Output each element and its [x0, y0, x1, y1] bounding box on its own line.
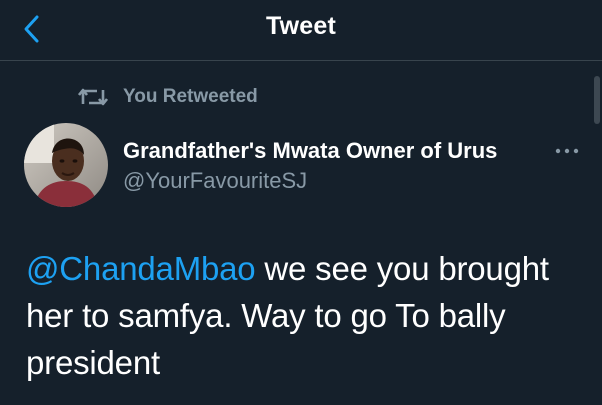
page-title: Tweet	[266, 12, 336, 40]
tweet-text-line1: we see you brought	[255, 250, 549, 287]
retweet-label: You Retweeted	[123, 86, 258, 107]
tweet-body: @ChandaMbao we see you brought her to sa…	[26, 245, 588, 386]
user-avatar-photo	[24, 123, 108, 207]
author-display-name[interactable]: Grandfather's Mwata Owner of Urus	[123, 138, 497, 164]
more-options-button[interactable]	[552, 140, 582, 162]
mention-link[interactable]: @ChandaMbao	[26, 250, 256, 287]
author-handle[interactable]: @YourFavouriteSJ	[123, 168, 307, 194]
tweet-text-line2: her to samfya. Way to go To bally	[26, 297, 506, 334]
tweet-text-line3: president	[26, 344, 160, 381]
avatar[interactable]	[24, 123, 108, 207]
more-options-icon	[555, 148, 579, 154]
scrollbar[interactable]	[594, 76, 600, 124]
top-nav-bar: Tweet	[0, 0, 602, 61]
retweet-icon	[78, 88, 108, 106]
